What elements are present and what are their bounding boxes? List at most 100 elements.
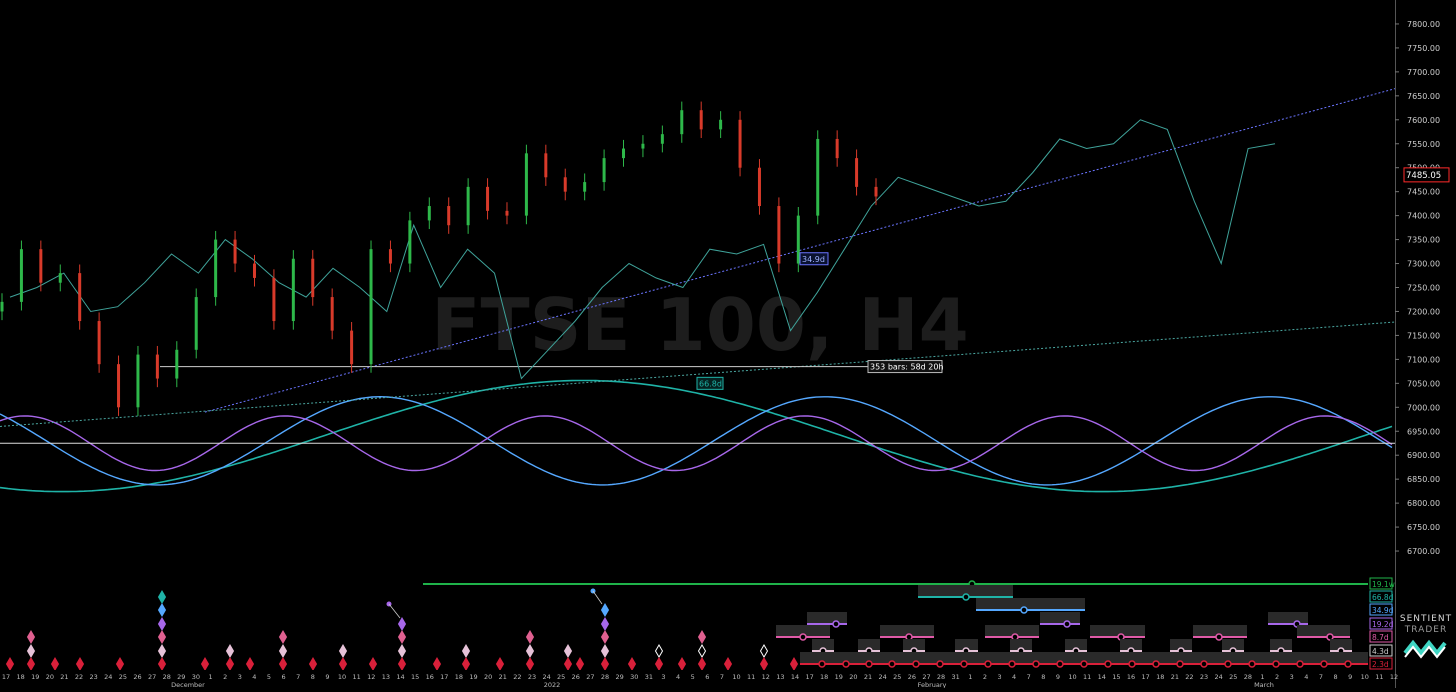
cycle-phase-marker bbox=[1272, 660, 1280, 668]
cycle-diamond-marker bbox=[26, 657, 36, 671]
x-day-tick-label: 10 bbox=[338, 673, 346, 681]
candle-body bbox=[622, 148, 626, 159]
cycle-diamond-marker bbox=[461, 657, 471, 671]
x-day-tick-label: 12 bbox=[367, 673, 375, 681]
x-day-tick-label: 11 bbox=[747, 673, 755, 681]
x-day-tick-label: 7 bbox=[296, 673, 300, 681]
x-day-tick-label: 4 bbox=[252, 673, 256, 681]
cycle-diamond-marker bbox=[26, 644, 36, 658]
y-tick-label: 7100.00 bbox=[1407, 355, 1440, 364]
cycle-phase-marker bbox=[1056, 660, 1064, 668]
cycle-diamond-marker bbox=[525, 657, 535, 671]
cycle-diamond-marker bbox=[563, 657, 573, 671]
cycle-diamond-marker bbox=[397, 644, 407, 658]
candle-body bbox=[835, 138, 839, 159]
cycle-diamond-marker bbox=[697, 630, 707, 644]
x-day-tick-label: 4 bbox=[1304, 673, 1308, 681]
x-day-tick-label: 2 bbox=[983, 673, 987, 681]
cycle-diamond-marker bbox=[225, 644, 235, 658]
price-chart[interactable]: FTSE 100, H4 353 bars: 58d 20h 34.9d 66.8d… bbox=[0, 0, 1456, 689]
cycle-diamond-marker bbox=[157, 644, 167, 658]
x-day-tick-label: 3 bbox=[661, 673, 665, 681]
cycle-phase-marker bbox=[888, 660, 896, 668]
cycle-diamond-marker bbox=[759, 657, 769, 671]
annotation-label: 66.8d bbox=[699, 379, 722, 388]
y-tick-label: 7300.00 bbox=[1407, 260, 1440, 269]
candle-body bbox=[796, 215, 800, 264]
candle-body bbox=[563, 177, 567, 192]
x-day-tick-label: 1 bbox=[968, 673, 972, 681]
x-day-tick-label: 19 bbox=[31, 673, 39, 681]
brand-logo: SENTIENT TRADER bbox=[1398, 614, 1454, 665]
cycle-diamond-marker bbox=[115, 657, 125, 671]
current-price-label: 7485.05 bbox=[1406, 171, 1441, 181]
x-day-tick-label: 9 bbox=[1056, 673, 1060, 681]
annotation-label: 34.9d bbox=[802, 255, 825, 264]
x-day-tick-label: 25 bbox=[1229, 673, 1237, 681]
candle-body bbox=[505, 210, 509, 216]
x-day-tick-label: 20 bbox=[484, 673, 492, 681]
y-tick-label: 6800.00 bbox=[1407, 499, 1440, 508]
candle-body bbox=[117, 364, 121, 408]
x-month-label: February bbox=[918, 681, 947, 688]
cycle-diamond-marker bbox=[677, 657, 687, 671]
cycle-diamond-marker bbox=[157, 617, 167, 631]
chart-panel[interactable]: FTSE 100, H4 353 bars: 58d 20h 34.9d 66.8d… bbox=[0, 0, 1456, 689]
x-day-tick-label: 24 bbox=[1215, 673, 1223, 681]
cycle-phase-marker bbox=[1063, 620, 1071, 628]
x-day-tick-label: 17 bbox=[2, 673, 10, 681]
cycle-diamond-marker bbox=[225, 657, 235, 671]
x-day-tick-label: 4 bbox=[676, 673, 680, 681]
x-day-tick-label: 22 bbox=[1185, 673, 1193, 681]
price-axis-panel bbox=[1395, 0, 1456, 688]
legend-label: 19.2d bbox=[1372, 620, 1394, 629]
candle-body bbox=[447, 206, 451, 226]
cycle-phase-marker bbox=[960, 660, 968, 668]
x-day-tick-label: 31 bbox=[645, 673, 653, 681]
cycle-phase-marker bbox=[1104, 660, 1112, 668]
candle-body bbox=[466, 186, 470, 226]
legend-label: 8.7d bbox=[1372, 633, 1389, 642]
cycle-phase-marker bbox=[1176, 660, 1184, 668]
cycle-diamond-marker bbox=[759, 644, 769, 658]
candle-body bbox=[175, 349, 179, 379]
candle-body bbox=[699, 110, 703, 130]
x-day-tick-label: 21 bbox=[60, 673, 68, 681]
brand-line2: TRADER bbox=[1404, 625, 1448, 635]
candle-body bbox=[19, 249, 23, 302]
cycle-diamond-marker bbox=[338, 644, 348, 658]
cycle-phase-marker bbox=[1224, 660, 1232, 668]
x-day-tick-label: 22 bbox=[513, 673, 521, 681]
legend-label: 34.9d bbox=[1372, 606, 1394, 615]
x-day-tick-label: 28 bbox=[601, 673, 609, 681]
cycle-diamond-marker bbox=[697, 657, 707, 671]
y-tick-label: 6950.00 bbox=[1407, 427, 1440, 436]
cycle-phase-marker bbox=[1128, 660, 1136, 668]
cycle-phase-marker bbox=[912, 660, 920, 668]
x-day-tick-label: 6 bbox=[705, 673, 709, 681]
x-day-tick-label: 19 bbox=[835, 673, 843, 681]
cycle-phase-marker bbox=[799, 633, 807, 641]
y-tick-label: 6700.00 bbox=[1407, 547, 1440, 556]
cycle-diamond-marker bbox=[245, 657, 255, 671]
cycle-phase-shade bbox=[1268, 612, 1308, 624]
x-day-tick-label: 27 bbox=[922, 673, 930, 681]
x-day-tick-label: 21 bbox=[864, 673, 872, 681]
cycle-diamond-marker bbox=[495, 657, 505, 671]
pivot-connector bbox=[388, 603, 401, 619]
x-day-tick-label: 25 bbox=[557, 673, 565, 681]
x-day-tick-label: 13 bbox=[382, 673, 390, 681]
cycle-phase-marker bbox=[984, 660, 992, 668]
x-day-tick-label: 20 bbox=[46, 673, 54, 681]
x-month-label: December bbox=[171, 681, 205, 688]
cycle-diamond-marker bbox=[5, 657, 15, 671]
x-day-tick-label: 12 bbox=[762, 673, 770, 681]
x-day-tick-label: 25 bbox=[893, 673, 901, 681]
brand-wave-icon bbox=[1403, 639, 1447, 659]
cycle-diamond-marker bbox=[397, 617, 407, 631]
cycle-phase-marker bbox=[1080, 660, 1088, 668]
x-day-tick-label: 28 bbox=[937, 673, 945, 681]
cycle-phase-marker bbox=[1248, 660, 1256, 668]
cycle-diamond-marker bbox=[397, 630, 407, 644]
cycle-diamond-marker bbox=[157, 630, 167, 644]
